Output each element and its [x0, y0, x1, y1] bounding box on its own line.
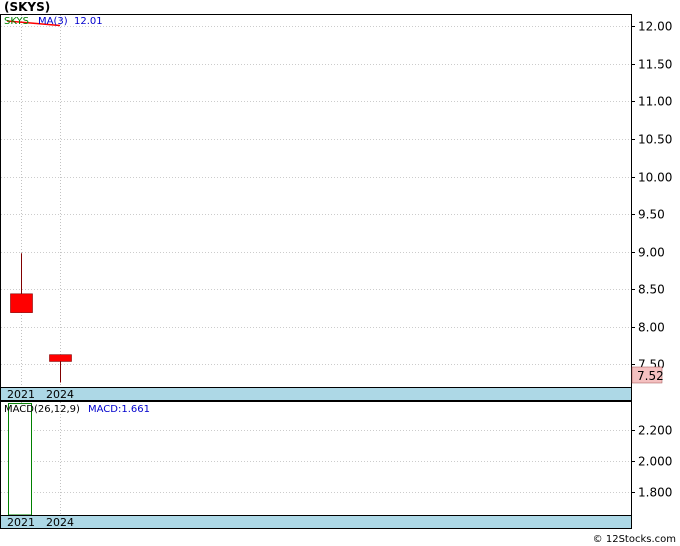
price-panel-frame — [0, 14, 632, 388]
macd-bars — [8, 403, 32, 516]
copyright-footer: © 12Stocks.com — [593, 534, 676, 545]
price-y-tick-label: 9.00 — [638, 246, 665, 260]
price-x-tick-label: 2021 — [7, 388, 35, 401]
macd-y-tick-label: 1.800 — [638, 486, 672, 500]
macd-x-tick-label: 2021 — [7, 516, 35, 529]
price-x-axis-band — [0, 387, 632, 401]
macd-y-tick-label: 2.200 — [638, 424, 672, 438]
candle-body — [49, 354, 72, 362]
macd-x-tick-label: 2024 — [46, 516, 74, 529]
price-y-tick-label: 11.00 — [638, 95, 672, 109]
symbol-label: SKYS — [4, 16, 29, 27]
price-y-tick-label: 8.50 — [638, 283, 665, 297]
ma-value-label: 12.01 — [74, 16, 103, 27]
macd-label: MACD(26,12,9) — [4, 404, 80, 415]
chart-title: (SKYS) — [4, 0, 50, 14]
macd-panel-frame — [0, 401, 632, 516]
stock-chart: (SKYS) 12.00 11.50 11.00 10.50 10.00 9.50 9.00… — [0, 0, 676, 545]
price-x-tick-label: 2024 — [46, 388, 74, 401]
macd-y-tick-label: 2.000 — [638, 455, 672, 469]
price-y-tick-label: 12.00 — [638, 20, 672, 34]
macd-bar — [8, 403, 32, 516]
macd-y-axis: 2.200 2.000 1.800 — [631, 424, 672, 500]
last-price-label: 7.52 — [637, 369, 664, 383]
price-y-axis: 12.00 11.50 11.00 10.50 10.00 9.50 9.00 8.50 8.0… — [631, 20, 672, 372]
macd-value-label: MACD:1.661 — [88, 404, 150, 415]
price-y-tick-label: 10.50 — [638, 133, 672, 147]
price-y-tick-label: 9.50 — [638, 208, 665, 222]
price-y-tick-label: 8.00 — [638, 321, 665, 335]
candle-body — [10, 293, 33, 313]
ma-label: MA(3) — [38, 16, 68, 27]
macd-x-axis-band — [0, 515, 632, 529]
price-y-tick-label: 10.00 — [638, 171, 672, 185]
price-y-tick-label: 11.50 — [638, 58, 672, 72]
